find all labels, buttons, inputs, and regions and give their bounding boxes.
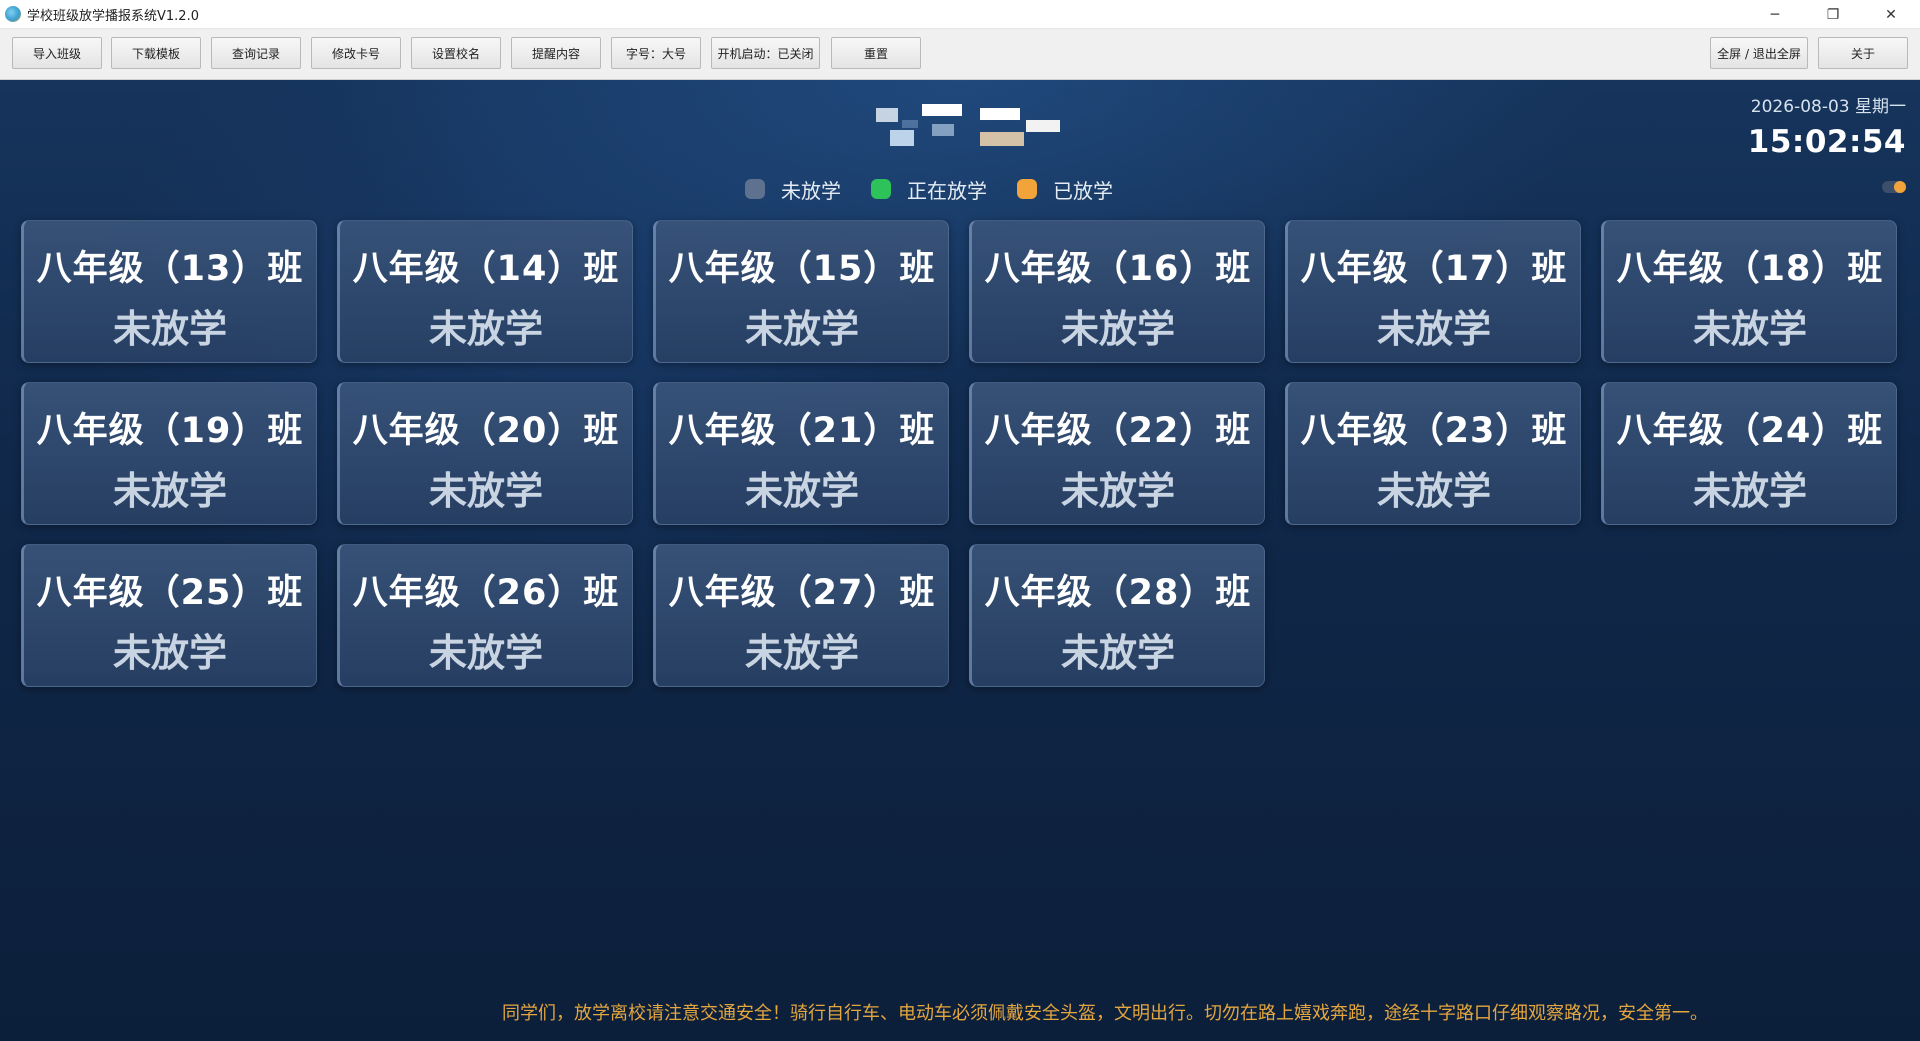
class-status: 未放学 [1060,307,1175,351]
class-card[interactable]: 八年级（17）班 未放学 [1285,220,1581,363]
legend-dismissing: 正在放学 [871,175,987,204]
class-status: 未放学 [1376,307,1491,351]
class-name: 八年级（27）班 [668,573,936,613]
class-card[interactable]: 八年级（23）班 未放学 [1285,382,1581,525]
class-name: 八年级（20）班 [352,411,620,451]
class-status: 未放学 [428,469,543,513]
current-time: 15:02:54 [1747,124,1906,160]
current-date: 2026-08-03 星期一 [1750,97,1906,117]
font-size-button[interactable]: 字号：大号 [611,37,701,69]
download-template-button[interactable]: 下载模板 [111,37,201,69]
fullscreen-button[interactable]: 全屏 / 退出全屏 [1710,37,1808,69]
class-name: 八年级（19）班 [36,411,304,451]
class-status: 未放学 [112,469,227,513]
edit-card-number-button[interactable]: 修改卡号 [311,37,401,69]
class-card[interactable]: 八年级（16）班 未放学 [969,220,1265,363]
set-school-name-button[interactable]: 设置校名 [411,37,501,69]
close-button[interactable]: ✕ [1862,0,1920,29]
class-card[interactable]: 八年级（24）班 未放学 [1601,382,1897,525]
class-card[interactable]: 八年级（19）班 未放学 [21,382,317,525]
minimize-button[interactable]: ─ [1746,0,1804,29]
close-icon: ✕ [1885,6,1897,23]
class-status: 未放学 [1692,307,1807,351]
class-card[interactable]: 八年级（21）班 未放学 [653,382,949,525]
toolbar: 导入班级 下载模板 查询记录 修改卡号 设置校名 提醒内容 字号：大号 开机启动… [0,29,1920,80]
class-status: 未放学 [744,631,859,675]
class-card[interactable]: 八年级（28）班 未放学 [969,544,1265,687]
class-name: 八年级（16）班 [984,249,1252,289]
class-name: 八年级（17）班 [1300,249,1568,289]
legend-dismissed: 已放学 [1017,175,1113,204]
import-classes-button[interactable]: 导入班级 [12,37,102,69]
school-name-logo [876,104,1060,146]
legend-dot-green [871,179,891,199]
class-name: 八年级（23）班 [1300,411,1568,451]
class-name: 八年级（24）班 [1616,411,1884,451]
datetime-panel: 2026-08-03 星期一 15:02:54 [1748,92,1906,160]
legend-label: 未放学 [781,178,841,203]
class-status: 未放学 [112,307,227,351]
class-status: 未放学 [744,469,859,513]
legend-dot-gray [745,179,765,199]
class-name: 八年级（18）班 [1616,249,1884,289]
legend-dot-orange [1017,179,1037,199]
reminder-content-button[interactable]: 提醒内容 [511,37,601,69]
indicator-toggle[interactable] [1882,181,1906,193]
class-status: 未放学 [744,307,859,351]
reset-button[interactable]: 重置 [831,37,921,69]
legend-not-dismissed: 未放学 [745,175,841,204]
class-name: 八年级（15）班 [668,249,936,289]
app-icon [5,6,21,22]
class-status: 未放学 [428,631,543,675]
class-name: 八年级（22）班 [984,411,1252,451]
class-card[interactable]: 八年级（27）班 未放学 [653,544,949,687]
class-card[interactable]: 八年级（18）班 未放学 [1601,220,1897,363]
class-status: 未放学 [1692,469,1807,513]
legend-label: 正在放学 [907,178,987,203]
status-legend: 未放学 正在放学 已放学 [745,175,1143,204]
window-controls: ─ ❐ ✕ [1746,0,1920,29]
class-name: 八年级（28）班 [984,573,1252,613]
minimize-icon: ─ [1770,6,1780,23]
class-name: 八年级（21）班 [668,411,936,451]
class-status: 未放学 [428,307,543,351]
class-card[interactable]: 八年级（13）班 未放学 [21,220,317,363]
class-name: 八年级（13）班 [36,249,304,289]
class-status: 未放学 [112,631,227,675]
startup-toggle-button[interactable]: 开机启动：已关闭 [711,37,820,69]
class-card[interactable]: 八年级（15）班 未放学 [653,220,949,363]
safety-notice-ticker: 同学们，放学离校请注意交通安全！骑行自行车、电动车必须佩戴安全头盔，文明出行。切… [502,1003,1708,1024]
toggle-knob [1894,181,1906,193]
class-name: 八年级（14）班 [352,249,620,289]
class-status: 未放学 [1060,631,1175,675]
class-status: 未放学 [1376,469,1491,513]
class-card[interactable]: 八年级（26）班 未放学 [337,544,633,687]
legend-label: 已放学 [1053,178,1113,203]
window-title: 学校班级放学播报系统V1.2.0 [27,8,199,24]
title-bar: 学校班级放学播报系统V1.2.0 ─ ❐ ✕ [0,0,1920,29]
class-card[interactable]: 八年级（14）班 未放学 [337,220,633,363]
class-card[interactable]: 八年级（25）班 未放学 [21,544,317,687]
class-status: 未放学 [1060,469,1175,513]
restore-button[interactable]: ❐ [1804,0,1862,29]
class-name: 八年级（25）班 [36,573,304,613]
class-card[interactable]: 八年级（22）班 未放学 [969,382,1265,525]
broadcast-display: 2026-08-03 星期一 15:02:54 未放学 正在放学 已放学 八年级… [0,80,1920,1041]
about-button[interactable]: 关于 [1818,37,1908,69]
class-name: 八年级（26）班 [352,573,620,613]
query-records-button[interactable]: 查询记录 [211,37,301,69]
restore-icon: ❐ [1826,6,1840,23]
class-card[interactable]: 八年级（20）班 未放学 [337,382,633,525]
